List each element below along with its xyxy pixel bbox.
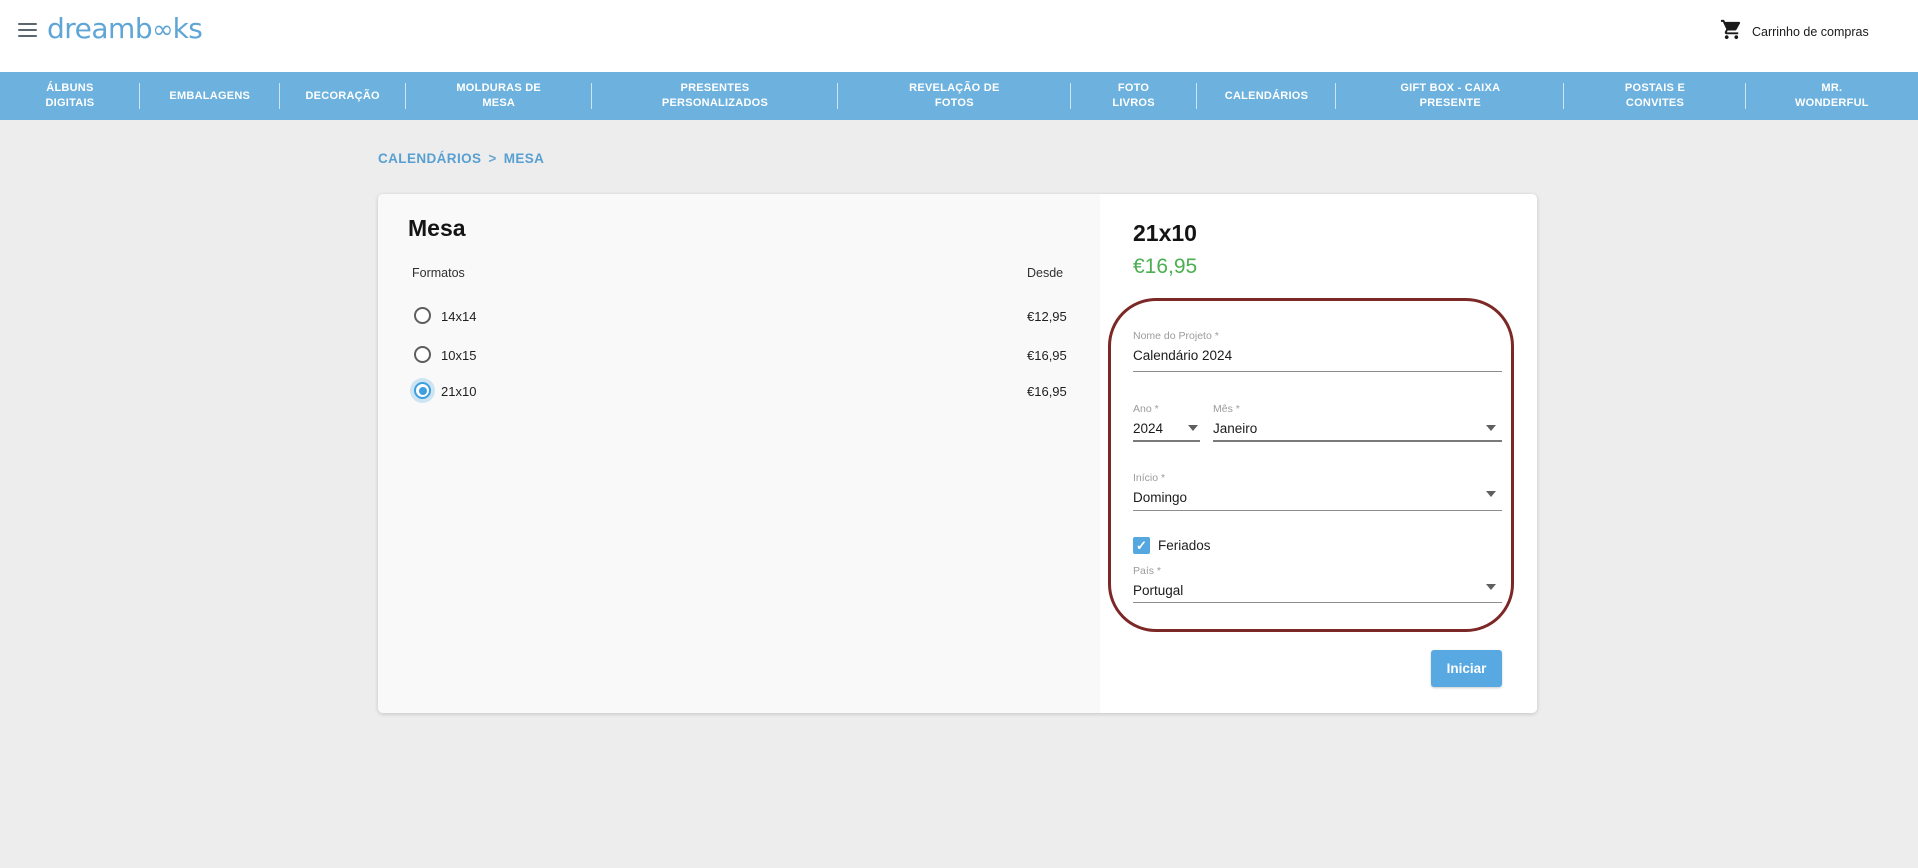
radio-button[interactable] — [414, 382, 431, 399]
format-option-14x14[interactable]: 14x14 €12,95 — [378, 307, 1100, 329]
nav-label: CALENDÁRIOS — [1225, 89, 1308, 104]
field-label: Início * — [1133, 472, 1502, 485]
radio-button[interactable] — [414, 307, 431, 324]
column-header-desde: Desde — [1027, 266, 1063, 280]
start-button[interactable]: Iniciar — [1431, 650, 1502, 687]
main-nav: ÁLBUNS DIGITAIS EMBALAGENS DECORAÇÃO MOL… — [0, 72, 1918, 120]
nav-label: GIFT BOX - CAIXA — [1400, 81, 1500, 96]
format-label: 21x10 — [441, 383, 476, 400]
product-panel: Mesa Formatos Desde 14x14 €12,95 10x15 €… — [378, 194, 1537, 713]
cart-label: Carrinho de compras — [1752, 25, 1869, 39]
formats-section: Mesa Formatos Desde 14x14 €12,95 10x15 €… — [378, 194, 1100, 713]
column-header-formats: Formatos — [412, 266, 465, 280]
logo-text: ks — [173, 12, 203, 45]
start-day-select[interactable]: Início * Domingo — [1133, 472, 1502, 511]
config-section: 21x10 €16,95 Nome do Projeto * Calendári… — [1100, 194, 1537, 713]
format-price: €16,95 — [1027, 383, 1067, 400]
field-label: Ano * — [1133, 403, 1200, 416]
nav-item-molduras-de-mesa[interactable]: MOLDURAS DE MESA — [406, 72, 592, 120]
selected-format-title: 21x10 — [1133, 220, 1197, 247]
chevron-down-icon[interactable] — [1486, 491, 1496, 497]
nav-item-decoracao[interactable]: DECORAÇÃO — [280, 72, 406, 120]
nav-item-revelacao-de-fotos[interactable]: REVELAÇÃO DE FOTOS — [838, 72, 1070, 120]
nav-label: MOLDURAS DE — [456, 81, 541, 96]
month-value[interactable]: Janeiro — [1213, 420, 1502, 437]
selected-format-price: €16,95 — [1133, 255, 1197, 279]
page-title: Mesa — [408, 214, 466, 242]
nav-label: WONDERFUL — [1795, 96, 1869, 111]
nav-label: MESA — [482, 96, 515, 111]
nav-label: ÁLBUNS — [46, 81, 93, 96]
nav-label: POSTAIS E — [1625, 81, 1685, 96]
nav-label: DECORAÇÃO — [305, 89, 379, 104]
nav-label: PRESENTES — [681, 81, 750, 96]
nav-label: PRESENTE — [1420, 96, 1481, 111]
menu-icon[interactable] — [18, 23, 37, 37]
start-day-value[interactable]: Domingo — [1133, 489, 1502, 506]
country-select[interactable]: País * Portugal — [1133, 565, 1502, 603]
chevron-down-icon[interactable] — [1486, 425, 1496, 431]
nav-label: PERSONALIZADOS — [662, 96, 768, 111]
check-icon: ✓ — [1135, 539, 1148, 553]
nav-item-mr-wonderful[interactable]: MR. WONDERFUL — [1746, 72, 1918, 120]
nav-label: EMBALAGENS — [169, 89, 250, 104]
nav-item-gift-box[interactable]: GIFT BOX - CAIXA PRESENTE — [1336, 72, 1564, 120]
field-label: Mês * — [1213, 403, 1502, 416]
field-label: País * — [1133, 565, 1502, 578]
nav-label: FOTOS — [935, 96, 974, 111]
format-option-21x10[interactable]: 21x10 €16,95 — [378, 382, 1100, 404]
country-value[interactable]: Portugal — [1133, 582, 1502, 599]
format-price: €12,95 — [1027, 308, 1067, 325]
format-label: 14x14 — [441, 308, 476, 325]
nav-item-postais-e-convites[interactable]: POSTAIS E CONVITES — [1564, 72, 1746, 120]
breadcrumb: CALENDÁRIOS > MESA — [378, 151, 544, 166]
nav-label: FOTO — [1118, 81, 1149, 96]
nav-item-albuns-digitais[interactable]: ÁLBUNS DIGITAIS — [0, 72, 140, 120]
nav-label: REVELAÇÃO DE — [909, 81, 999, 96]
shopping-cart-icon — [1720, 18, 1743, 46]
nav-label: MR. — [1821, 81, 1842, 96]
cart-button[interactable]: Carrinho de compras — [1720, 18, 1869, 46]
logo[interactable]: dreamb∞ks — [47, 12, 202, 45]
nav-item-presentes-personalizados[interactable]: PRESENTES PERSONALIZADOS — [592, 72, 838, 120]
holidays-checkbox[interactable]: ✓ — [1133, 537, 1150, 554]
project-name-field[interactable]: Nome do Projeto * Calendário 2024 — [1133, 330, 1502, 372]
month-select[interactable]: Mês * Janeiro — [1213, 403, 1502, 442]
nav-label: LIVROS — [1112, 96, 1154, 111]
chevron-down-icon[interactable] — [1486, 584, 1496, 590]
format-price: €16,95 — [1027, 347, 1067, 364]
chevron-down-icon[interactable] — [1188, 425, 1198, 431]
infinity-icon: ∞ — [152, 15, 172, 45]
breadcrumb-calendarios[interactable]: CALENDÁRIOS — [378, 151, 481, 166]
year-select[interactable]: Ano * 2024 — [1133, 403, 1200, 442]
holidays-label[interactable]: Feriados — [1158, 538, 1211, 553]
logo-text: dreamb — [47, 12, 152, 45]
format-option-10x15[interactable]: 10x15 €16,95 — [378, 346, 1100, 368]
nav-item-embalagens[interactable]: EMBALAGENS — [140, 72, 280, 120]
project-name-input[interactable]: Calendário 2024 — [1133, 347, 1502, 364]
nav-item-calendarios[interactable]: CALENDÁRIOS — [1197, 72, 1337, 120]
breadcrumb-mesa[interactable]: MESA — [504, 151, 545, 166]
format-label: 10x15 — [441, 347, 476, 364]
field-label: Nome do Projeto * — [1133, 330, 1502, 343]
breadcrumb-separator-icon: > — [488, 151, 496, 166]
nav-label: CONVITES — [1626, 96, 1684, 111]
nav-label: DIGITAIS — [45, 96, 94, 111]
header: dreamb∞ks Carrinho de compras — [0, 0, 1918, 72]
radio-button[interactable] — [414, 346, 431, 363]
nav-item-foto-livros[interactable]: FOTO LIVROS — [1071, 72, 1197, 120]
